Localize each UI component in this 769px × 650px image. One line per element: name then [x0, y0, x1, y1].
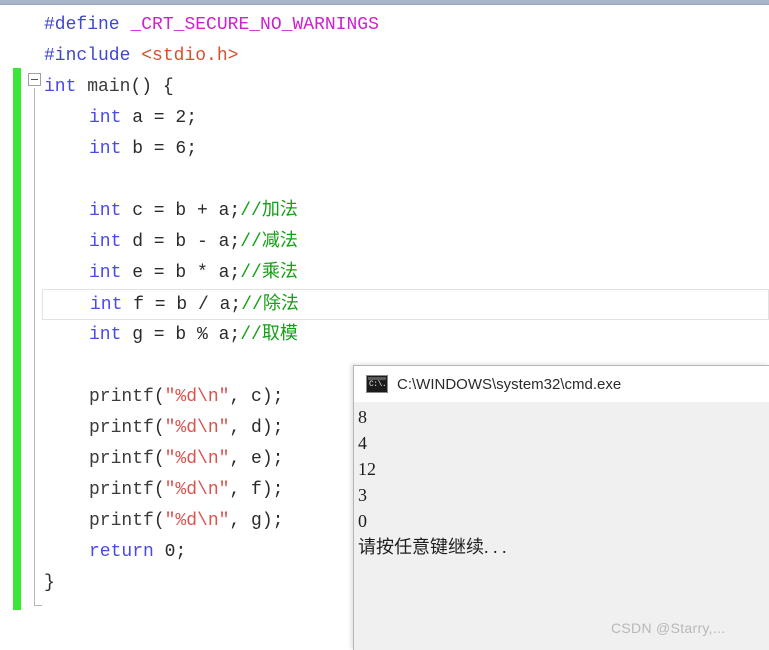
code-token: c = b + a;	[121, 201, 241, 221]
code-token: , d);	[229, 418, 284, 438]
code-line[interactable]: int e = b * a;//乘法	[0, 258, 769, 289]
code-token: 6	[175, 139, 187, 159]
code-token: int	[89, 325, 122, 345]
code-token: e = b * a;	[121, 263, 241, 283]
code-token: printf	[89, 449, 154, 469]
code-token: "%d\n"	[164, 418, 230, 438]
code-token: 2	[175, 108, 187, 128]
code-token: //加法	[240, 201, 298, 221]
code-token: //除法	[241, 295, 299, 315]
code-token: "%d\n"	[164, 480, 230, 500]
code-token: int	[89, 108, 122, 128]
code-token: ;	[175, 542, 187, 562]
outline-guide-foot	[34, 605, 42, 606]
code-token: (	[153, 480, 165, 500]
code-token: printf	[89, 418, 154, 438]
code-line[interactable]: int c = b + a;//加法	[0, 196, 769, 227]
code-token: (	[153, 449, 165, 469]
code-token: int	[89, 139, 122, 159]
code-line[interactable]: int d = b - a;//减法	[0, 227, 769, 258]
code-token: int	[89, 263, 122, 283]
code-line[interactable]: int main() {	[0, 72, 769, 103]
code-line[interactable]: int b = 6;	[0, 134, 769, 165]
code-token: "%d\n"	[164, 387, 230, 407]
code-token: //减法	[240, 232, 298, 252]
code-token: return	[89, 542, 154, 562]
code-token: }	[44, 573, 55, 593]
code-token: #include	[44, 46, 131, 66]
code-token: ;	[186, 108, 198, 128]
code-token: "%d\n"	[164, 449, 230, 469]
code-token: #define	[44, 15, 120, 35]
code-token: b =	[121, 139, 176, 159]
code-token: , f);	[229, 480, 284, 500]
code-token: a =	[121, 108, 176, 128]
csdn-watermark: CSDN @Starry,...	[611, 620, 726, 636]
code-token: //取模	[240, 325, 298, 345]
cmd-console-window[interactable]: C:\WINDOWS\system32\cmd.exe 8 4 12 3 0 请…	[353, 365, 769, 650]
code-token: main	[87, 77, 131, 97]
code-token: , e);	[229, 449, 284, 469]
code-token: printf	[89, 511, 154, 531]
code-line-current[interactable]: int f = b / a;//除法	[42, 289, 769, 320]
code-token: int	[89, 201, 122, 221]
code-token: , c);	[229, 387, 284, 407]
code-token: printf	[89, 480, 154, 500]
code-line[interactable]: #include <stdio.h>	[0, 41, 769, 72]
code-token: (	[153, 387, 165, 407]
code-token: () {	[130, 77, 174, 97]
code-token: int	[89, 232, 122, 252]
code-token: 0	[164, 542, 176, 562]
code-token: printf	[89, 387, 154, 407]
code-token: , g);	[229, 511, 284, 531]
code-token: ;	[186, 139, 198, 159]
code-token: <stdio.h>	[141, 46, 239, 66]
code-token: int	[90, 295, 123, 315]
code-line[interactable]: int g = b % a;//取模	[0, 320, 769, 351]
code-token: _CRT_SECURE_NO_WARNINGS	[130, 15, 379, 35]
code-token: //乘法	[240, 263, 298, 283]
code-token: d = b - a;	[121, 232, 241, 252]
console-output-area[interactable]: 8 4 12 3 0 请按任意键继续. . .	[354, 402, 769, 650]
code-token: f = b / a;	[122, 295, 242, 315]
code-line[interactable]	[0, 165, 769, 196]
cmd-exe-icon	[366, 375, 388, 393]
code-token: (	[153, 511, 165, 531]
code-line[interactable]: int a = 2;	[0, 103, 769, 134]
code-token: g = b % a;	[121, 325, 241, 345]
code-token: "%d\n"	[164, 511, 230, 531]
console-title-label: C:\WINDOWS\system32\cmd.exe	[397, 375, 622, 393]
console-title-bar[interactable]: C:\WINDOWS\system32\cmd.exe	[354, 366, 769, 402]
code-line[interactable]: #define _CRT_SECURE_NO_WARNINGS	[0, 10, 769, 41]
code-token: int	[44, 77, 77, 97]
code-token: (	[153, 418, 165, 438]
